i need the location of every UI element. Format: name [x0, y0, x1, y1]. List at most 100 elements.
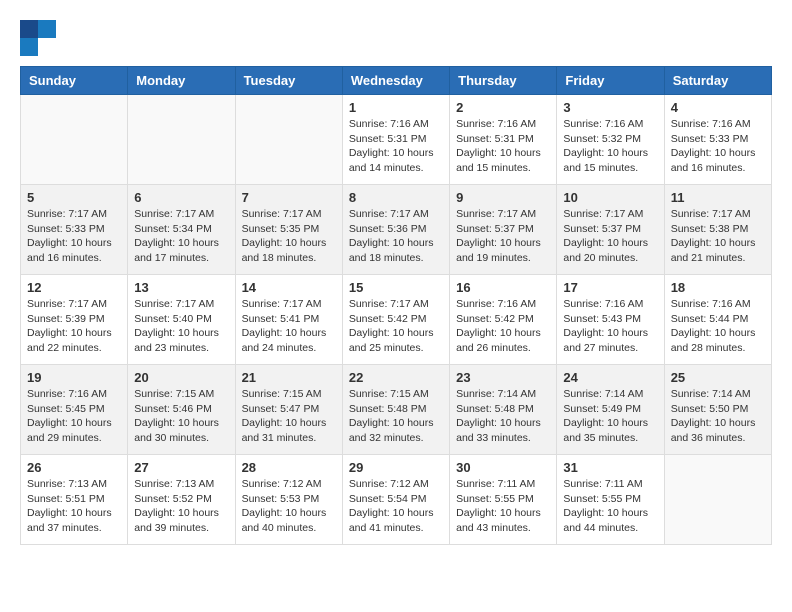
day-info: Sunrise: 7:17 AM Sunset: 5:38 PM Dayligh… [671, 207, 765, 266]
day-info: Sunrise: 7:16 AM Sunset: 5:42 PM Dayligh… [456, 297, 550, 356]
day-number: 17 [563, 280, 657, 295]
calendar-day-cell: 8 Sunrise: 7:17 AM Sunset: 5:36 PM Daylig… [342, 185, 449, 275]
day-number: 25 [671, 370, 765, 385]
day-info: Sunrise: 7:17 AM Sunset: 5:42 PM Dayligh… [349, 297, 443, 356]
day-number: 1 [349, 100, 443, 115]
calendar-day-cell: 11 Sunrise: 7:17 AM Sunset: 5:38 PM Dayli… [664, 185, 771, 275]
calendar-table: SundayMondayTuesdayWednesdayThursdayFrid… [20, 66, 772, 545]
calendar-day-cell: 4 Sunrise: 7:16 AM Sunset: 5:33 PM Daylig… [664, 95, 771, 185]
calendar-day-cell: 20 Sunrise: 7:15 AM Sunset: 5:46 PM Dayli… [128, 365, 235, 455]
day-info: Sunrise: 7:15 AM Sunset: 5:48 PM Dayligh… [349, 387, 443, 446]
day-info: Sunrise: 7:12 AM Sunset: 5:53 PM Dayligh… [242, 477, 336, 536]
day-number: 14 [242, 280, 336, 295]
calendar-day-cell: 15Sunrise: 7:17 AM Sunset: 5:42 PM Dayli… [342, 275, 449, 365]
calendar-day-cell: 2Sunrise: 7:16 AM Sunset: 5:31 PM Daylig… [450, 95, 557, 185]
day-number: 4 [671, 100, 765, 115]
day-info: Sunrise: 7:17 AM Sunset: 5:36 PM Dayligh… [349, 207, 443, 266]
calendar-week-row: 5Sunrise: 7:17 AM Sunset: 5:33 PM Daylig… [21, 185, 772, 275]
day-number: 11 [671, 190, 765, 205]
calendar-day-cell [21, 95, 128, 185]
calendar-day-cell: 21 Sunrise: 7:15 AM Sunset: 5:47 PM Dayli… [235, 365, 342, 455]
calendar-week-row: 26 Sunrise: 7:13 AM Sunset: 5:51 PM Dayli… [21, 455, 772, 545]
day-info: Sunrise: 7:13 AM Sunset: 5:51 PM Dayligh… [27, 477, 121, 536]
calendar-day-cell: 30 Sunrise: 7:11 AM Sunset: 5:55 PM Dayli… [450, 455, 557, 545]
calendar-day-cell: 14 Sunrise: 7:17 AM Sunset: 5:41 PM Dayli… [235, 275, 342, 365]
day-info: Sunrise: 7:16 AM Sunset: 5:33 PM Dayligh… [671, 117, 765, 176]
calendar-day-cell: 18 Sunrise: 7:16 AM Sunset: 5:44 PM Dayli… [664, 275, 771, 365]
day-number: 29 [349, 460, 443, 475]
day-of-week-header: Tuesday [235, 67, 342, 95]
day-info: Sunrise: 7:17 AM Sunset: 5:40 PM Dayligh… [134, 297, 228, 356]
calendar-day-cell: 9 Sunrise: 7:17 AM Sunset: 5:37 PM Daylig… [450, 185, 557, 275]
day-info: Sunrise: 7:14 AM Sunset: 5:49 PM Dayligh… [563, 387, 657, 446]
calendar-day-cell: 23Sunrise: 7:14 AM Sunset: 5:48 PM Dayli… [450, 365, 557, 455]
day-info: Sunrise: 7:17 AM Sunset: 5:37 PM Dayligh… [563, 207, 657, 266]
calendar-day-cell: 6Sunrise: 7:17 AM Sunset: 5:34 PM Daylig… [128, 185, 235, 275]
day-number: 23 [456, 370, 550, 385]
day-number: 19 [27, 370, 121, 385]
day-info: Sunrise: 7:16 AM Sunset: 5:43 PM Dayligh… [563, 297, 657, 356]
calendar-day-cell: 3 Sunrise: 7:16 AM Sunset: 5:32 PM Daylig… [557, 95, 664, 185]
day-number: 13 [134, 280, 228, 295]
day-info: Sunrise: 7:14 AM Sunset: 5:50 PM Dayligh… [671, 387, 765, 446]
day-info: Sunrise: 7:17 AM Sunset: 5:37 PM Dayligh… [456, 207, 550, 266]
day-info: Sunrise: 7:11 AM Sunset: 5:55 PM Dayligh… [456, 477, 550, 536]
calendar-day-cell: 12 Sunrise: 7:17 AM Sunset: 5:39 PM Dayli… [21, 275, 128, 365]
day-number: 7 [242, 190, 336, 205]
day-info: Sunrise: 7:17 AM Sunset: 5:34 PM Dayligh… [134, 207, 228, 266]
day-of-week-header: Wednesday [342, 67, 449, 95]
day-number: 27 [134, 460, 228, 475]
calendar-day-cell: 5Sunrise: 7:17 AM Sunset: 5:33 PM Daylig… [21, 185, 128, 275]
day-number: 3 [563, 100, 657, 115]
day-number: 30 [456, 460, 550, 475]
day-info: Sunrise: 7:11 AM Sunset: 5:55 PM Dayligh… [563, 477, 657, 536]
day-of-week-header: Thursday [450, 67, 557, 95]
day-number: 20 [134, 370, 228, 385]
calendar-week-row: 12 Sunrise: 7:17 AM Sunset: 5:39 PM Dayli… [21, 275, 772, 365]
calendar-header-row: SundayMondayTuesdayWednesdayThursdayFrid… [21, 67, 772, 95]
day-number: 16 [456, 280, 550, 295]
calendar-day-cell [128, 95, 235, 185]
calendar-week-row: 19Sunrise: 7:16 AM Sunset: 5:45 PM Dayli… [21, 365, 772, 455]
day-of-week-header: Saturday [664, 67, 771, 95]
calendar-day-cell: 24 Sunrise: 7:14 AM Sunset: 5:49 PM Dayli… [557, 365, 664, 455]
logo-icon [20, 20, 56, 56]
day-info: Sunrise: 7:17 AM Sunset: 5:39 PM Dayligh… [27, 297, 121, 356]
day-of-week-header: Monday [128, 67, 235, 95]
day-number: 26 [27, 460, 121, 475]
day-number: 8 [349, 190, 443, 205]
calendar-day-cell: 7Sunrise: 7:17 AM Sunset: 5:35 PM Daylig… [235, 185, 342, 275]
day-number: 22 [349, 370, 443, 385]
day-number: 10 [563, 190, 657, 205]
calendar-day-cell: 19Sunrise: 7:16 AM Sunset: 5:45 PM Dayli… [21, 365, 128, 455]
day-info: Sunrise: 7:15 AM Sunset: 5:47 PM Dayligh… [242, 387, 336, 446]
day-info: Sunrise: 7:15 AM Sunset: 5:46 PM Dayligh… [134, 387, 228, 446]
calendar-day-cell: 28 Sunrise: 7:12 AM Sunset: 5:53 PM Dayli… [235, 455, 342, 545]
day-number: 21 [242, 370, 336, 385]
calendar-day-cell: 16 Sunrise: 7:16 AM Sunset: 5:42 PM Dayli… [450, 275, 557, 365]
calendar-day-cell: 13 Sunrise: 7:17 AM Sunset: 5:40 PM Dayli… [128, 275, 235, 365]
day-info: Sunrise: 7:17 AM Sunset: 5:41 PM Dayligh… [242, 297, 336, 356]
day-info: Sunrise: 7:13 AM Sunset: 5:52 PM Dayligh… [134, 477, 228, 536]
calendar-day-cell: 10 Sunrise: 7:17 AM Sunset: 5:37 PM Dayli… [557, 185, 664, 275]
calendar-day-cell [235, 95, 342, 185]
day-number: 28 [242, 460, 336, 475]
day-number: 24 [563, 370, 657, 385]
calendar-day-cell: 27 Sunrise: 7:13 AM Sunset: 5:52 PM Dayli… [128, 455, 235, 545]
calendar-day-cell: 29Sunrise: 7:12 AM Sunset: 5:54 PM Dayli… [342, 455, 449, 545]
day-number: 9 [456, 190, 550, 205]
calendar-day-cell: 25 Sunrise: 7:14 AM Sunset: 5:50 PM Dayli… [664, 365, 771, 455]
day-number: 31 [563, 460, 657, 475]
calendar-day-cell: 26 Sunrise: 7:13 AM Sunset: 5:51 PM Dayli… [21, 455, 128, 545]
day-number: 18 [671, 280, 765, 295]
day-number: 12 [27, 280, 121, 295]
calendar-day-cell [664, 455, 771, 545]
calendar-day-cell: 1 Sunrise: 7:16 AM Sunset: 5:31 PM Daylig… [342, 95, 449, 185]
day-number: 5 [27, 190, 121, 205]
day-info: Sunrise: 7:16 AM Sunset: 5:31 PM Dayligh… [349, 117, 443, 176]
day-of-week-header: Friday [557, 67, 664, 95]
day-info: Sunrise: 7:16 AM Sunset: 5:32 PM Dayligh… [563, 117, 657, 176]
day-info: Sunrise: 7:16 AM Sunset: 5:44 PM Dayligh… [671, 297, 765, 356]
day-number: 2 [456, 100, 550, 115]
calendar-day-cell: 22 Sunrise: 7:15 AM Sunset: 5:48 PM Dayli… [342, 365, 449, 455]
